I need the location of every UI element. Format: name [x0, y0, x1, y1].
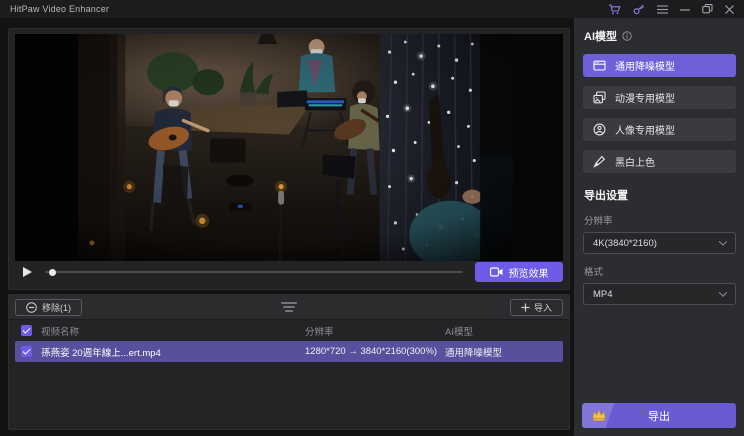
player-controls: 预览效果	[21, 260, 563, 284]
sidebar: AI模型 通用降噪模型 动漫专用模型 人像专用模型	[574, 18, 744, 436]
resolution-value: 4K(3840*2160)	[593, 238, 657, 249]
seek-thumb[interactable]	[49, 269, 56, 276]
file-model: 通用降噪模型	[445, 345, 563, 359]
register-key-icon[interactable]	[633, 4, 645, 15]
select-all-checkbox[interactable]	[21, 325, 32, 336]
export-button[interactable]: 导出	[582, 403, 736, 428]
model-label: 动漫专用模型	[615, 90, 675, 105]
import-label: 导入	[534, 301, 552, 314]
preview-effect-button[interactable]: 预览效果	[475, 262, 563, 282]
export-settings-title: 导出设置	[584, 187, 736, 203]
model-label: 通用降噪模型	[615, 58, 675, 73]
seek-slider[interactable]	[45, 267, 463, 277]
video-frame	[15, 34, 563, 261]
info-icon[interactable]	[622, 31, 632, 41]
video-camera-icon	[490, 267, 503, 277]
resolution-select[interactable]: 4K(3840*2160)	[583, 232, 736, 254]
table-header-row: 视频名称 分辨率 AI模型	[15, 320, 563, 341]
titlebar: HitPaw Video Enhancer	[0, 0, 744, 18]
column-header-model: AI模型	[445, 324, 563, 338]
model-button-portrait[interactable]: 人像专用模型	[583, 118, 736, 141]
format-label: 格式	[584, 264, 736, 278]
column-header-resolution: 分辨率	[305, 324, 445, 338]
file-name: 孫燕姿 20週年線上...ert.mp4	[41, 345, 305, 359]
ai-model-title: AI模型	[584, 28, 617, 44]
video-preview	[15, 34, 563, 261]
portrait-icon	[593, 123, 606, 136]
minimize-icon[interactable]	[680, 5, 690, 14]
close-icon[interactable]	[725, 5, 734, 14]
seek-track	[45, 271, 463, 273]
circle-minus-icon	[26, 302, 37, 313]
model-label: 人像专用模型	[615, 122, 675, 137]
preview-effect-label: 预览效果	[509, 265, 549, 280]
table-row[interactable]: 孫燕姿 20週年線上...ert.mp4 1280*720 → 3840*216…	[15, 341, 563, 362]
model-button-general-denoise[interactable]: 通用降噪模型	[583, 54, 736, 77]
model-label: 黑白上色	[615, 154, 655, 169]
row-checkbox[interactable]	[21, 346, 32, 357]
remove-label: 移除(1)	[42, 301, 71, 314]
anime-icon	[593, 91, 606, 104]
window-title: HitPaw Video Enhancer	[10, 4, 109, 14]
maximize-icon[interactable]	[702, 4, 713, 14]
queue-table: 视频名称 分辨率 AI模型 孫燕姿 20週年線上...ert.mp4 1280*…	[9, 320, 569, 362]
column-header-name: 视频名称	[41, 324, 305, 338]
colorize-icon	[593, 155, 606, 168]
chevron-down-icon	[719, 237, 727, 245]
frame-icon	[593, 59, 606, 72]
model-button-anime[interactable]: 动漫专用模型	[583, 86, 736, 109]
player-panel: 预览效果	[8, 28, 570, 290]
import-button[interactable]: 导入	[510, 299, 563, 316]
queue-toolbar: 移除(1) 导入	[9, 295, 569, 320]
remove-button[interactable]: 移除(1)	[15, 299, 82, 316]
resolution-label: 分辨率	[584, 213, 736, 227]
play-button[interactable]	[21, 266, 33, 278]
menu-icon[interactable]	[657, 5, 668, 14]
queue-panel: 移除(1) 导入 视频名称 分辨率 AI模型 孫燕姿 20週年線上...ert.…	[8, 294, 570, 430]
format-value: MP4	[593, 289, 613, 300]
plus-icon	[521, 303, 530, 312]
model-button-colorize[interactable]: 黑白上色	[583, 150, 736, 173]
file-resolution: 1280*720 → 3840*2160(300%)	[305, 346, 445, 357]
export-label: 导出	[648, 408, 670, 424]
panel-resize-handle[interactable]	[281, 302, 297, 312]
chevron-down-icon	[719, 288, 727, 296]
crown-icon	[591, 408, 607, 422]
store-cart-icon[interactable]	[608, 4, 621, 15]
format-select[interactable]: MP4	[583, 283, 736, 305]
